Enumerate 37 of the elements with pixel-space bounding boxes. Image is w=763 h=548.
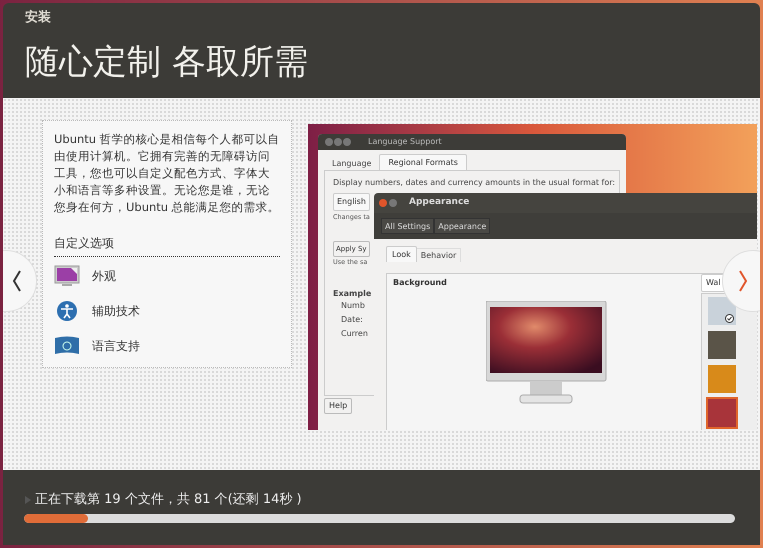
breadcrumb-button[interactable]: All Settings bbox=[381, 218, 434, 234]
example-label: Curren bbox=[341, 328, 369, 340]
example-heading: Example bbox=[333, 288, 372, 300]
wallpaper-thumbnail[interactable] bbox=[708, 365, 736, 393]
check-icon bbox=[725, 314, 734, 323]
wallpaper-thumbnail[interactable] bbox=[708, 331, 736, 359]
example-label: Numb bbox=[341, 300, 366, 312]
window-buttons-icon[interactable] bbox=[324, 137, 352, 147]
wallpaper-thumbnail[interactable] bbox=[708, 399, 736, 427]
section-heading: Background bbox=[393, 277, 447, 289]
wallpaper-thumbnail[interactable] bbox=[708, 297, 736, 325]
window-title: 安装 bbox=[25, 8, 52, 27]
description-text: Ubuntu 哲学的核心是相信每个人都可以自由使用计算机。它拥有完善的无障碍访问工具，您也可以自定义配色方式、字体大小和语言等多种设置。无论您是谁，无论您身在何方，Ubuntu 总能满足您的需求。 bbox=[54, 131, 280, 216]
example-label: Date: bbox=[341, 314, 364, 326]
options-heading: 自定义选项 bbox=[54, 236, 114, 250]
tab[interactable]: Behavior bbox=[416, 248, 462, 262]
option-item[interactable]: 语言支持 bbox=[54, 335, 280, 357]
page-heading: 随心定制 各取所需 bbox=[25, 40, 309, 84]
tab[interactable]: Look bbox=[386, 246, 417, 262]
appearance-icon bbox=[54, 265, 80, 287]
chevron-right-icon bbox=[738, 270, 748, 292]
breadcrumb-button[interactable]: Appearance bbox=[434, 218, 490, 234]
settings-title: Appearance bbox=[409, 196, 470, 210]
format-dropdown[interactable]: English bbox=[333, 193, 370, 211]
expander-icon[interactable] bbox=[24, 494, 32, 505]
window-buttons-icon[interactable] bbox=[378, 198, 400, 208]
tab[interactable]: Regional Formats bbox=[379, 154, 467, 170]
tab[interactable]: Language bbox=[324, 157, 380, 170]
option-item[interactable]: 外观 bbox=[54, 265, 280, 287]
option-item[interactable]: 辅助技术 bbox=[54, 300, 280, 322]
chevron-left-icon bbox=[12, 270, 22, 292]
status-text: 正在下载第 19 个文件，共 81 个(还剩 14秒 ) bbox=[35, 491, 302, 509]
language-icon bbox=[54, 335, 80, 357]
help-button[interactable]: Help bbox=[324, 398, 352, 414]
dialog-title: Language Support bbox=[368, 136, 442, 148]
wallpaper-dropdown[interactable]: Wal bbox=[701, 274, 726, 292]
accessibility-icon bbox=[54, 300, 80, 322]
